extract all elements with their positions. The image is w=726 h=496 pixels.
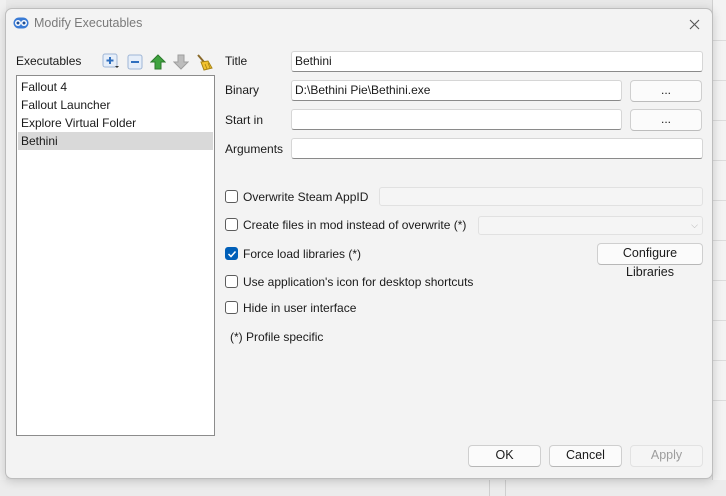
title-bar: Modify Executables [6,9,712,39]
force-load-checkbox[interactable] [225,247,238,260]
move-up-icon[interactable] [150,53,166,70]
use-icon-checkbox[interactable] [225,275,238,288]
list-item[interactable]: Fallout 4 [18,78,213,96]
background-window-right [712,0,726,496]
remove-executable-button[interactable] [125,52,145,71]
hide-ui-checkbox[interactable] [225,301,238,314]
ok-button[interactable]: OK [468,445,541,467]
window-title: Modify Executables [34,16,143,30]
overwrite-appid-checkbox[interactable] [225,190,238,203]
list-item-selected[interactable]: Bethini [18,132,213,150]
apply-button[interactable]: Apply [630,445,703,467]
modify-executables-dialog: Modify Executables Executables Fallout 4… [5,8,713,479]
mod-select: ⌵ [478,216,703,235]
arguments-label: Arguments [225,142,284,156]
checkmark-icon [227,250,237,258]
arguments-input[interactable] [291,138,703,159]
start-in-label: Start in [225,113,264,127]
create-files-label: Create files in mod instead of overwrite… [243,218,467,232]
configure-libraries-button[interactable]: Configure Libraries [597,243,703,279]
executables-label: Executables [16,54,82,68]
binary-input[interactable]: D:\Bethini Pie\Bethini.exe [291,80,622,101]
create-files-checkbox[interactable] [225,218,238,231]
chevron-down-icon: ⌵ [691,220,698,230]
move-down-icon[interactable] [173,54,189,70]
binary-label: Binary [225,83,260,97]
executables-list[interactable]: Fallout 4 Fallout Launcher Explore Virtu… [16,75,215,436]
profile-specific-note: (*) Profile specific [230,330,324,344]
background-window-bottom [0,480,726,496]
app-icon [13,17,29,29]
start-in-browse-button[interactable]: ... [630,109,702,131]
close-button[interactable] [682,13,706,35]
add-executable-button[interactable] [101,52,121,71]
background-divider [505,480,506,496]
list-item[interactable]: Fallout Launcher [18,96,213,114]
hide-ui-label: Hide in user interface [243,301,357,315]
title-input[interactable]: Bethini [291,51,703,72]
clear-button[interactable] [194,52,214,71]
close-icon[interactable] [689,19,700,30]
list-item[interactable]: Explore Virtual Folder [18,114,213,132]
binary-browse-button[interactable]: ... [630,80,702,102]
remove-icon[interactable] [127,54,143,70]
background-divider [489,480,490,496]
title-label: Title [225,54,248,68]
move-down-button[interactable] [171,52,191,71]
move-up-button[interactable] [148,52,168,71]
use-icon-label: Use application's icon for desktop short… [243,275,474,289]
clear-icon[interactable] [195,53,213,71]
steam-appid-input [379,187,703,206]
add-icon[interactable] [102,53,120,70]
overwrite-appid-label: Overwrite Steam AppID [243,190,369,204]
start-in-input[interactable] [291,109,622,130]
force-load-label: Force load libraries (*) [243,247,362,261]
cancel-button[interactable]: Cancel [549,445,622,467]
